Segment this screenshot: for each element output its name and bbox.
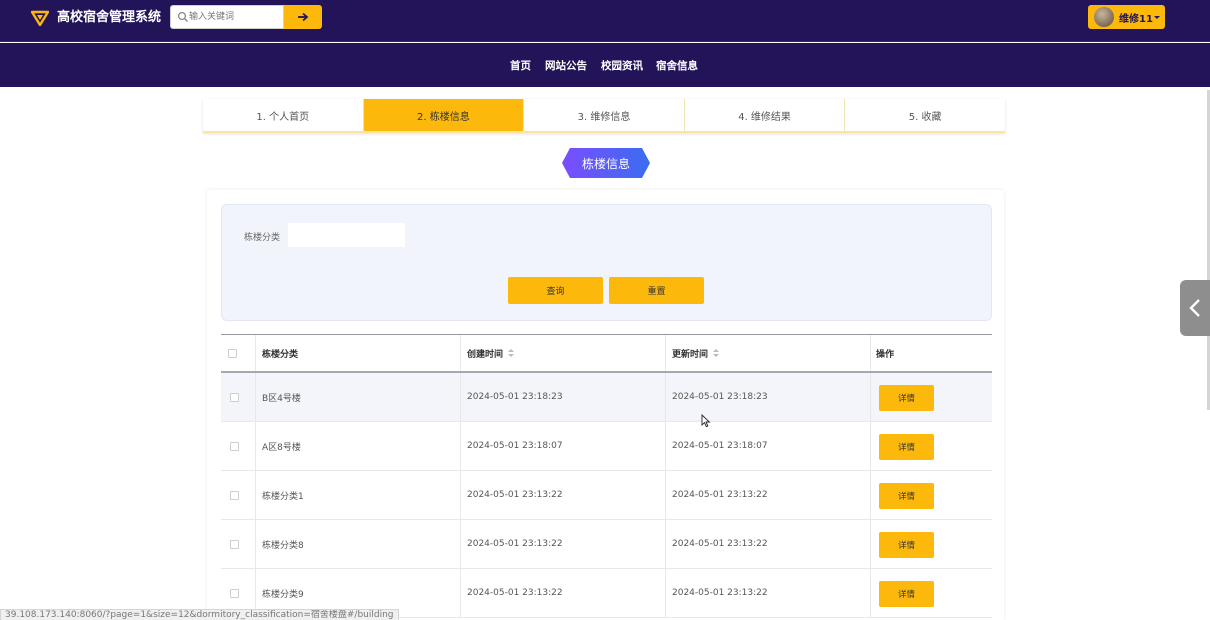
chevron-left-icon <box>1189 299 1200 317</box>
col-category: 栋楼分类 <box>262 349 299 360</box>
section-title-badge: 栋楼信息 <box>562 148 650 178</box>
step-tabs: 1. 个人首页 2. 栋楼信息 3. 维修信息 4. 维修结果 5. 收藏 <box>203 99 1005 133</box>
row-category: 栋楼分类1 <box>262 491 304 502</box>
col-created-label: 创建时间 <box>467 349 504 360</box>
row-created: 2024-05-01 23:13:22 <box>467 490 563 500</box>
table-row: A区8号楼 2024-05-01 23:18:07 2024-05-01 23:… <box>221 422 992 471</box>
filter-panel <box>221 204 992 321</box>
sort-icon[interactable] <box>713 348 720 358</box>
nav-campus-news[interactable]: 校园资讯 <box>601 58 643 73</box>
row-category: B区4号楼 <box>262 393 301 404</box>
status-url: 39.108.173.140:8060/?page=1&size=12&dorm… <box>0 609 399 620</box>
row-category: 栋楼分类8 <box>262 540 304 551</box>
category-filter-input[interactable] <box>288 223 405 247</box>
table-row: 栋楼分类1 2024-05-01 23:13:22 2024-05-01 23:… <box>221 471 992 520</box>
row-checkbox[interactable] <box>230 588 239 598</box>
col-updated-label: 更新时间 <box>672 349 709 360</box>
row-checkbox[interactable] <box>230 490 239 500</box>
sort-icon[interactable] <box>508 348 515 358</box>
detail-button[interactable]: 详情 <box>879 434 934 460</box>
detail-button[interactable]: 详情 <box>879 385 934 411</box>
row-updated: 2024-05-01 23:13:22 <box>672 588 768 598</box>
mouse-cursor-icon <box>701 414 711 428</box>
user-menu-button[interactable]: 维修11 <box>1088 5 1165 29</box>
search-button[interactable] <box>284 5 322 29</box>
row-created: 2024-05-01 23:18:23 <box>467 392 563 402</box>
row-created: 2024-05-01 23:13:22 <box>467 539 563 549</box>
tab-personal-home[interactable]: 1. 个人首页 <box>203 99 364 131</box>
row-updated: 2024-05-01 23:13:22 <box>672 490 768 500</box>
detail-button[interactable]: 详情 <box>879 581 934 607</box>
site-title: 高校宿舍管理系统 <box>57 10 162 25</box>
building-table: 栋楼分类 创建时间 更新时间 操作 B区4号楼 2024-05-01 23:18… <box>221 334 992 618</box>
row-updated: 2024-05-01 23:13:22 <box>672 539 768 549</box>
logo-icon <box>31 10 49 26</box>
table-row: 栋楼分类8 2024-05-01 23:13:22 2024-05-01 23:… <box>221 520 992 569</box>
tab-repair-result[interactable]: 4. 维修结果 <box>685 99 846 131</box>
section-title: 栋楼信息 <box>581 157 630 171</box>
reset-button[interactable]: 重置 <box>609 277 704 304</box>
chevron-down-icon <box>1154 16 1160 19</box>
side-menu-toggle[interactable] <box>1180 280 1210 336</box>
table-row: B区4号楼 2024-05-01 23:18:23 2024-05-01 23:… <box>221 373 992 422</box>
tab-favorites[interactable]: 5. 收藏 <box>845 99 1005 131</box>
row-created: 2024-05-01 23:13:22 <box>467 588 563 598</box>
top-bar: 高校宿舍管理系统 维修11 <box>0 0 1210 42</box>
filter-label: 栋楼分类 <box>244 233 281 243</box>
avatar <box>1094 7 1114 27</box>
col-created[interactable]: 创建时间 <box>467 335 515 371</box>
main-nav: 首页 网站公告 校园资讯 宿舍信息 <box>0 43 1210 87</box>
query-button[interactable]: 查询 <box>508 277 603 304</box>
search-icon <box>177 11 188 22</box>
detail-button[interactable]: 详情 <box>879 483 934 509</box>
select-all-cell <box>228 335 237 371</box>
row-category: A区8号楼 <box>262 442 301 453</box>
row-checkbox[interactable] <box>230 441 239 451</box>
row-created: 2024-05-01 23:18:07 <box>467 441 563 451</box>
nav-dorm-info[interactable]: 宿舍信息 <box>656 58 698 73</box>
tab-repair-info[interactable]: 3. 维修信息 <box>524 99 685 131</box>
search-input[interactable] <box>189 9 281 25</box>
row-updated: 2024-05-01 23:18:23 <box>672 392 768 402</box>
search-box[interactable] <box>170 5 284 29</box>
nav-announcements[interactable]: 网站公告 <box>545 58 587 73</box>
arrow-right-icon <box>298 12 309 22</box>
row-checkbox[interactable] <box>230 539 239 549</box>
nav-home[interactable]: 首页 <box>510 58 531 73</box>
tab-building-info[interactable]: 2. 栋楼信息 <box>363 99 525 131</box>
col-action: 操作 <box>876 349 895 360</box>
detail-button[interactable]: 详情 <box>879 532 934 558</box>
select-all-checkbox[interactable] <box>228 348 237 358</box>
user-name: 维修11 <box>1119 14 1153 25</box>
col-updated[interactable]: 更新时间 <box>672 335 720 371</box>
row-checkbox[interactable] <box>230 392 239 402</box>
table-header: 栋楼分类 创建时间 更新时间 操作 <box>221 335 992 373</box>
row-updated: 2024-05-01 23:18:07 <box>672 441 768 451</box>
